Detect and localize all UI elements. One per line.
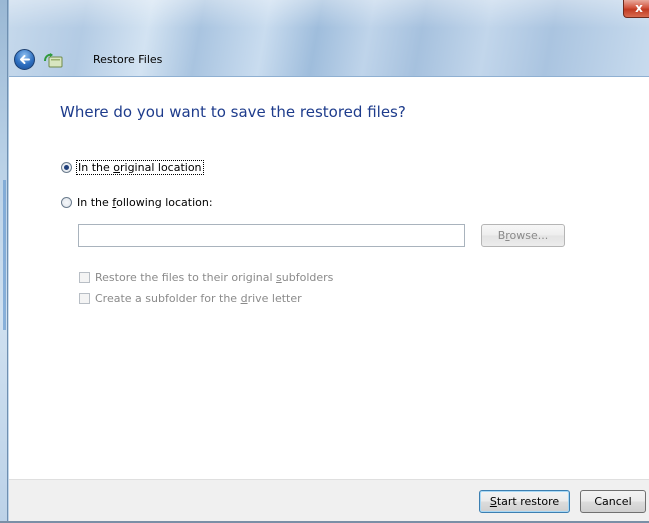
- restore-files-icon: [44, 53, 63, 68]
- wizard-content: Where do you want to save the restored f…: [9, 77, 649, 479]
- start-restore-button[interactable]: Start restore: [479, 490, 570, 513]
- original-location-label: In the original location: [76, 160, 204, 175]
- back-arrow-icon: [20, 55, 30, 64]
- following-location-option[interactable]: In the following location:: [61, 196, 213, 209]
- drive-letter-subfolder-option[interactable]: Create a subfolder for the drive letter: [79, 292, 302, 305]
- window-title: Restore Files: [93, 53, 163, 66]
- window-left-border: [0, 0, 9, 523]
- restore-subfolders-label: Restore the files to their original subf…: [95, 271, 334, 284]
- following-location-radio[interactable]: [61, 197, 72, 208]
- wizard-footer: Start restore Cancel: [9, 479, 649, 523]
- close-icon: x: [635, 1, 643, 15]
- following-location-label: In the following location:: [77, 196, 213, 209]
- drive-letter-subfolder-label: Create a subfolder for the drive letter: [95, 292, 302, 305]
- cancel-button[interactable]: Cancel: [580, 490, 646, 513]
- original-location-option[interactable]: In the original location: [61, 160, 204, 175]
- restore-files-window: x Restore Files Where do you want to sav…: [0, 0, 649, 523]
- drive-letter-subfolder-checkbox[interactable]: [79, 293, 90, 304]
- browse-button[interactable]: Browse...: [481, 224, 565, 247]
- close-button[interactable]: x: [623, 0, 649, 18]
- original-location-radio[interactable]: [61, 162, 72, 173]
- location-path-input[interactable]: [78, 224, 465, 247]
- back-button[interactable]: [14, 49, 35, 70]
- restore-subfolders-option[interactable]: Restore the files to their original subf…: [79, 271, 333, 284]
- restore-subfolders-checkbox[interactable]: [79, 272, 90, 283]
- page-heading: Where do you want to save the restored f…: [60, 103, 406, 121]
